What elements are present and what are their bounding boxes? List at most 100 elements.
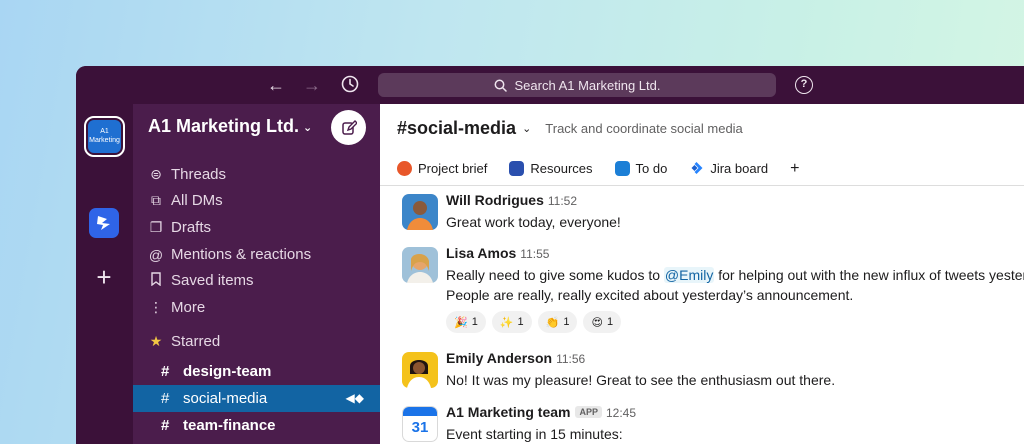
avatar[interactable] — [402, 247, 438, 283]
bookmark-icon — [148, 272, 164, 289]
channel-header: #social-media ⌄ Track and coordinate soc… — [380, 104, 1024, 152]
trello-icon — [614, 161, 630, 176]
compose-button[interactable] — [331, 110, 366, 145]
tab-resources[interactable]: Resources — [509, 161, 593, 176]
calendar-day: 31 — [411, 419, 429, 436]
app-badge: APP — [575, 406, 602, 418]
workspace-switcher-a1[interactable]: A1 Marketing — [84, 116, 125, 157]
tab-label: Project brief — [418, 161, 488, 176]
workspace-switcher-secondary[interactable] — [89, 208, 119, 238]
shared-channel-icon: ◀◆ — [345, 391, 364, 405]
sidebar-item-label: More — [171, 299, 206, 316]
channel-item-team-finance[interactable]: # team-finance — [133, 412, 380, 439]
avatar[interactable] — [402, 194, 438, 230]
workspace-logo: A1 Marketing — [88, 120, 121, 153]
channel-name: social-media — [183, 390, 268, 407]
sidebar-item-saved[interactable]: Saved items — [148, 272, 254, 289]
channel-view: #social-media ⌄ Track and coordinate soc… — [380, 104, 1024, 444]
sidebar-item-drafts[interactable]: ❐ Drafts — [148, 219, 211, 236]
chevron-down-icon[interactable]: ⌄ — [522, 122, 531, 135]
message-time[interactable]: 11:55 — [520, 247, 549, 261]
message-time[interactable]: 12:45 — [606, 406, 636, 420]
drafts-icon: ❐ — [149, 219, 163, 235]
channel-tabs: Project brief Resources To do Jira board… — [380, 152, 1024, 186]
message-text: Great work today, everyone! — [446, 214, 621, 230]
channel-item-social-media[interactable]: # social-media ◀◆ — [133, 385, 380, 412]
starred-section-header[interactable]: ★ Starred — [148, 333, 220, 350]
channel-name: design-team — [183, 363, 272, 380]
arrow-right-icon[interactable]: → — [302, 75, 322, 95]
tab-label: Resources — [530, 161, 593, 176]
search-placeholder: Search A1 Marketing Ltd. — [514, 77, 661, 93]
at-icon: @ — [148, 246, 164, 263]
sidebar-item-more[interactable]: ⋮ More — [148, 299, 205, 316]
reaction-pill[interactable]: ✨ 1 — [491, 311, 532, 333]
top-bar: ← → Search A1 Marketing Ltd. ? — [76, 66, 1024, 104]
message-author[interactable]: Will Rodrigues — [446, 192, 544, 208]
jira-icon — [691, 162, 703, 174]
message-text: Really need to give some kudos to @Emily… — [446, 267, 1024, 283]
workspace-rail: A1 Marketing + — [76, 104, 133, 444]
message-author[interactable]: A1 Marketing team — [446, 404, 570, 420]
message-author[interactable]: Emily Anderson — [446, 350, 552, 366]
reaction-pill[interactable]: 😍 1 — [583, 311, 622, 333]
tab-project-brief[interactable]: Project brief — [397, 161, 487, 176]
sidebar: A1 Marketing Ltd. ⌄ ⊜ Threads ⧉ All DMs ❐ Dr… — [133, 104, 380, 444]
canvas-icon — [397, 161, 412, 176]
starred-label: Starred — [171, 333, 221, 350]
sidebar-item-threads[interactable]: ⊜ Threads — [148, 166, 226, 183]
message-text: Event starting in 15 minutes: — [446, 426, 623, 442]
question-circle-icon[interactable]: ? — [795, 76, 813, 94]
channel-title[interactable]: #social-media — [397, 118, 516, 139]
reaction-count: 1 — [606, 316, 614, 328]
reaction-bar: 🎉 1 ✨ 1 👏 1 😍 1 — [446, 311, 1024, 333]
reaction-count: 1 — [563, 316, 570, 328]
workspace-name-label: A1 Marketing Ltd. — [148, 116, 300, 136]
message-time[interactable]: 11:52 — [548, 194, 577, 208]
tab-jira-board[interactable]: Jira board — [689, 161, 768, 176]
message-text-segment: for helping out with the new influx of t… — [714, 267, 1024, 283]
dropbox-icon — [509, 161, 525, 176]
add-tab-button[interactable]: + — [790, 160, 799, 178]
hash-icon: # — [161, 390, 170, 407]
sidebar-item-label: Saved items — [171, 272, 254, 289]
message-author[interactable]: Lisa Amos — [446, 245, 516, 261]
tab-to-do[interactable]: To do — [614, 161, 668, 176]
message-body: Emily Anderson 11:56 No! It was my pleasu… — [446, 350, 1024, 388]
bird-logo-icon — [97, 216, 110, 230]
sidebar-item-mentions[interactable]: @ Mentions & reactions — [148, 246, 311, 263]
channel-item-design-team[interactable]: # design-team — [133, 358, 380, 385]
message-body: Lisa Amos 11:55 Really need to give some … — [446, 245, 1024, 333]
more-icon: ⋮ — [149, 299, 163, 315]
arrow-left-icon[interactable]: ← — [266, 75, 286, 95]
message-time[interactable]: 11:56 — [556, 352, 585, 366]
dms-icon: ⧉ — [151, 192, 161, 208]
sparkles-emoji-icon: ✨ — [499, 316, 514, 329]
calendar-app-icon[interactable]: 31 — [402, 406, 438, 442]
tab-label: Jira board — [710, 161, 769, 176]
star-icon: ★ — [149, 333, 163, 349]
add-workspace-button[interactable]: + — [91, 264, 117, 290]
hash-icon: # — [161, 363, 170, 380]
chevron-down-icon: ⌄ — [303, 121, 313, 134]
party-emoji-icon: 🎉 — [454, 316, 468, 329]
message-body: Will Rodrigues 11:52 Great work today, ev… — [446, 192, 1024, 230]
search-icon — [494, 79, 507, 92]
message-text-segment: Really need to give some kudos to — [446, 267, 664, 283]
sidebar-item-all-dms[interactable]: ⧉ All DMs — [148, 192, 223, 209]
user-mention[interactable]: @Emily — [663, 267, 715, 283]
sidebar-item-label: Threads — [171, 166, 227, 183]
channel-name: team-finance — [183, 417, 276, 434]
message-body: A1 Marketing team APP 12:45 Event starting… — [446, 404, 1024, 442]
avatar[interactable] — [402, 352, 438, 388]
tab-label: To do — [635, 161, 668, 176]
clock-icon[interactable] — [340, 75, 360, 95]
workspace-name[interactable]: A1 Marketing Ltd. ⌄ — [148, 116, 312, 137]
reaction-pill[interactable]: 👏 1 — [537, 311, 578, 333]
clap-emoji-icon: 👏 — [545, 316, 560, 329]
search-input[interactable]: Search A1 Marketing Ltd. — [378, 73, 776, 97]
message-text: People are really, really excited about … — [446, 287, 854, 303]
channel-topic: Track and coordinate social media — [545, 120, 743, 136]
reaction-pill[interactable]: 🎉 1 — [446, 311, 486, 333]
reaction-count: 1 — [517, 316, 524, 328]
